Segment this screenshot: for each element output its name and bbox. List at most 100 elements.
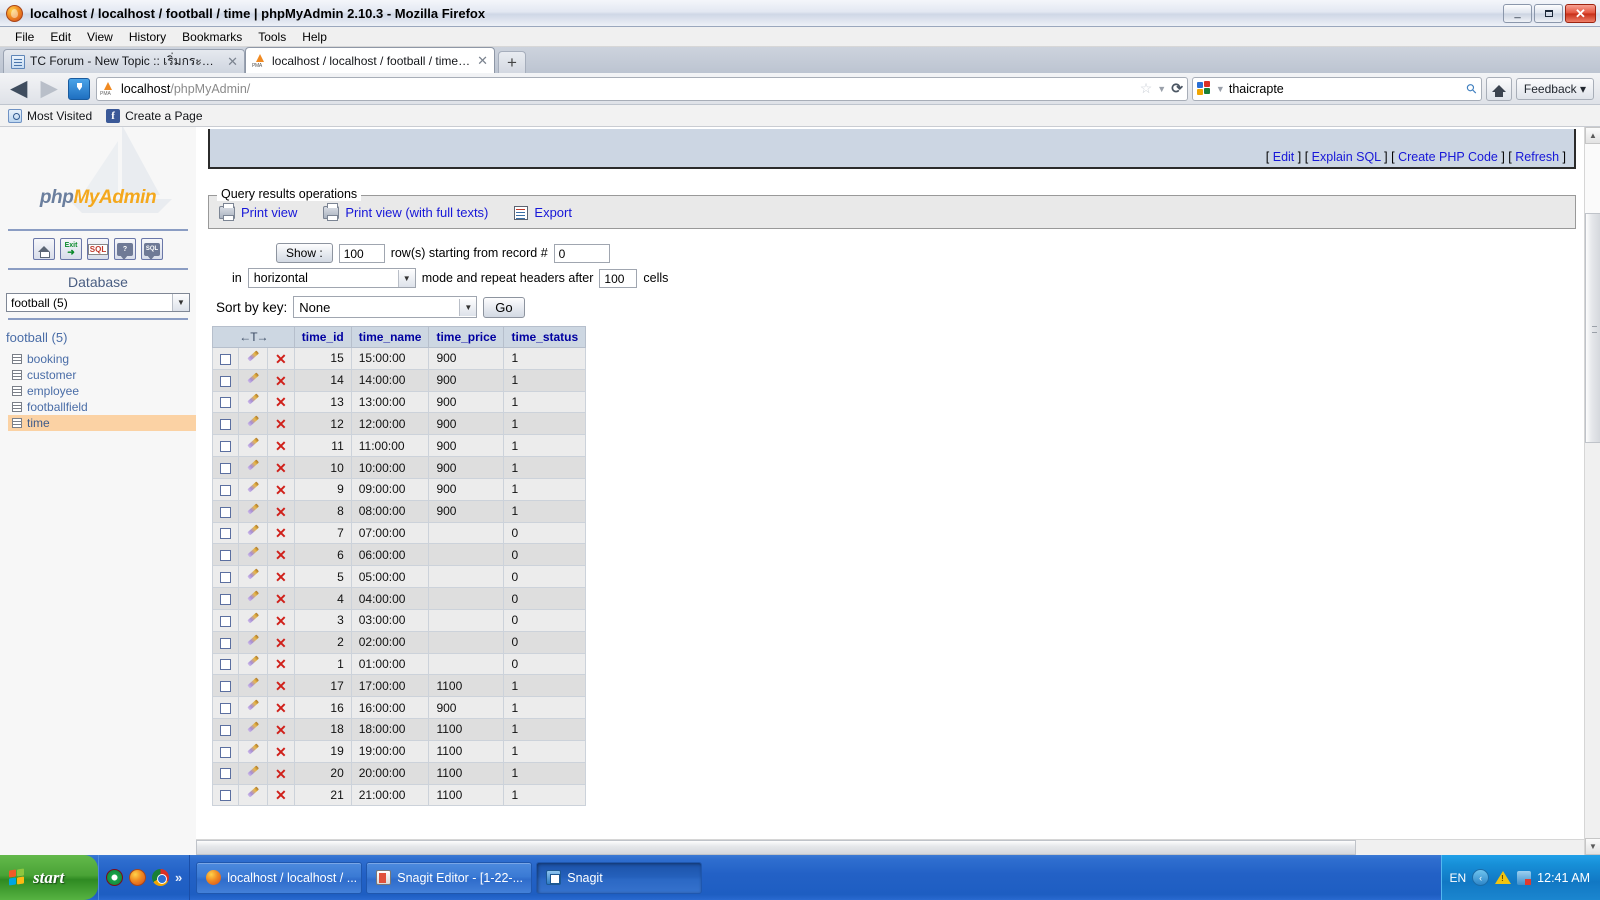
pencil-icon[interactable] (246, 548, 260, 562)
row-delete-cell[interactable]: ✕ (267, 543, 295, 567)
row-checkbox[interactable] (220, 550, 231, 562)
repeat-headers-input[interactable]: 100 (599, 268, 638, 288)
delete-x-icon[interactable]: ✕ (275, 701, 287, 715)
sql-history-icon[interactable]: SQL (141, 238, 163, 260)
row-delete-cell[interactable]: ✕ (267, 390, 295, 414)
row-edit-cell[interactable] (238, 739, 268, 763)
bookmark-create-a-page[interactable]: f Create a Page (106, 108, 203, 123)
maximize-button[interactable] (1534, 3, 1563, 23)
row-checkbox[interactable] (220, 615, 231, 627)
row-edit-cell[interactable] (238, 499, 268, 523)
firefox-icon[interactable] (129, 869, 146, 886)
row-checkbox-cell[interactable] (212, 521, 239, 545)
row-checkbox-cell[interactable] (212, 477, 239, 501)
feedback-button[interactable]: Feedback ▾ (1515, 77, 1594, 100)
delete-x-icon[interactable]: ✕ (275, 679, 287, 693)
row-edit-cell[interactable] (238, 696, 268, 720)
chevron-down-icon[interactable]: ▼ (1157, 84, 1166, 94)
search-input[interactable]: thaicrapte (1229, 82, 1464, 96)
row-delete-cell[interactable]: ✕ (267, 412, 295, 436)
row-delete-cell[interactable]: ✕ (267, 521, 295, 545)
row-edit-cell[interactable] (238, 477, 268, 501)
pencil-icon[interactable] (246, 374, 260, 388)
row-checkbox-cell[interactable] (212, 739, 239, 763)
pencil-icon[interactable] (246, 636, 260, 650)
display-mode-select[interactable]: horizontal ▼ (247, 268, 416, 288)
row-checkbox-cell[interactable] (212, 652, 239, 676)
row-checkbox[interactable] (220, 506, 231, 518)
row-checkbox[interactable] (220, 768, 231, 780)
row-checkbox[interactable] (220, 702, 231, 714)
row-edit-cell[interactable] (238, 347, 268, 370)
tab-close-icon[interactable]: ✕ (227, 55, 238, 68)
delete-x-icon[interactable]: ✕ (275, 374, 287, 388)
menu-file[interactable]: File (8, 29, 41, 45)
delete-x-icon[interactable]: ✕ (275, 483, 287, 497)
new-tab-button[interactable]: + (498, 51, 526, 73)
row-delete-cell[interactable]: ✕ (267, 347, 295, 370)
search-bar[interactable]: ▼ thaicrapte ⚲ (1191, 76, 1482, 101)
start-record-input[interactable]: 0 (553, 243, 610, 263)
column-header-time-status[interactable]: time_status (503, 326, 587, 348)
minimize-button[interactable]: _ (1503, 3, 1532, 23)
row-delete-cell[interactable]: ✕ (267, 587, 295, 610)
scroll-track-top[interactable] (1585, 144, 1600, 213)
row-delete-cell[interactable]: ✕ (267, 761, 295, 785)
tab-tc-forum[interactable]: TC Forum - New Topic :: เริ่มกระทู้ใหม่ … (3, 49, 245, 73)
pencil-icon[interactable] (246, 570, 260, 584)
table-row[interactable]: ✕ 8 08:00:00 900 1 (212, 499, 587, 523)
delete-x-icon[interactable]: ✕ (275, 745, 287, 759)
table-row[interactable]: ✕ 16 16:00:00 900 1 (212, 696, 587, 720)
row-edit-cell[interactable] (238, 783, 268, 807)
row-delete-cell[interactable]: ✕ (267, 783, 295, 807)
row-edit-cell[interactable] (238, 608, 268, 632)
show-button[interactable]: Show : (276, 243, 333, 263)
pencil-icon[interactable] (246, 439, 260, 453)
pencil-icon[interactable] (246, 701, 260, 715)
delete-x-icon[interactable]: ✕ (275, 439, 287, 453)
column-header-time-name[interactable]: time_name (350, 326, 430, 348)
clock[interactable]: 12:41 AM (1537, 871, 1590, 885)
row-delete-cell[interactable]: ✕ (267, 718, 295, 741)
row-checkbox[interactable] (220, 462, 231, 474)
table-row[interactable]: ✕ 1 01:00:00 0 (212, 652, 587, 676)
table-row[interactable]: ✕ 7 07:00:00 0 (212, 521, 587, 545)
row-edit-cell[interactable] (238, 412, 268, 436)
exit-icon[interactable]: Exit (60, 238, 82, 260)
quick-launch-overflow-icon[interactable]: » (175, 870, 182, 885)
table-row[interactable]: ✕ 11 11:00:00 900 1 (212, 434, 587, 458)
row-checkbox-cell[interactable] (212, 412, 239, 436)
delete-x-icon[interactable]: ✕ (275, 636, 287, 650)
opera-icon[interactable] (106, 869, 123, 886)
row-delete-cell[interactable]: ✕ (267, 368, 295, 392)
row-checkbox-cell[interactable] (212, 630, 239, 654)
row-delete-cell[interactable]: ✕ (267, 608, 295, 632)
row-delete-cell[interactable]: ✕ (267, 630, 295, 654)
user-accounts-icon[interactable] (1517, 870, 1532, 885)
vertical-scrollbar[interactable]: ▲ ▼ (1584, 127, 1600, 855)
tab-phpmyadmin[interactable]: localhost / localhost / football / time … (245, 47, 495, 73)
row-edit-cell[interactable] (238, 761, 268, 785)
pencil-icon[interactable] (246, 352, 260, 366)
row-delete-cell[interactable]: ✕ (267, 434, 295, 458)
table-row[interactable]: ✕ 15 15:00:00 900 1 (212, 347, 587, 370)
horizontal-scrollbar[interactable] (196, 839, 1584, 855)
row-checkbox-cell[interactable] (212, 565, 239, 589)
back-button[interactable]: ◀ (6, 76, 32, 102)
tray-expand-icon[interactable]: ‹ (1472, 869, 1490, 886)
row-delete-cell[interactable]: ✕ (267, 652, 295, 676)
delete-x-icon[interactable]: ✕ (275, 570, 287, 584)
search-engine-chevron-icon[interactable]: ▼ (1216, 84, 1225, 94)
menu-edit[interactable]: Edit (43, 29, 78, 45)
row-checkbox[interactable] (220, 790, 231, 802)
row-checkbox[interactable] (220, 572, 231, 584)
horizontal-scroll-thumb[interactable] (196, 840, 1356, 855)
row-checkbox[interactable] (220, 528, 231, 540)
scroll-up-button[interactable]: ▲ (1585, 127, 1600, 144)
bookmark-most-visited[interactable]: Most Visited (8, 108, 92, 123)
row-checkbox[interactable] (220, 637, 231, 649)
start-button[interactable]: start (0, 855, 98, 900)
column-header-time-price[interactable]: time_price (428, 326, 505, 348)
table-row[interactable]: ✕ 13 13:00:00 900 1 (212, 390, 587, 414)
pencil-icon[interactable] (246, 679, 260, 693)
